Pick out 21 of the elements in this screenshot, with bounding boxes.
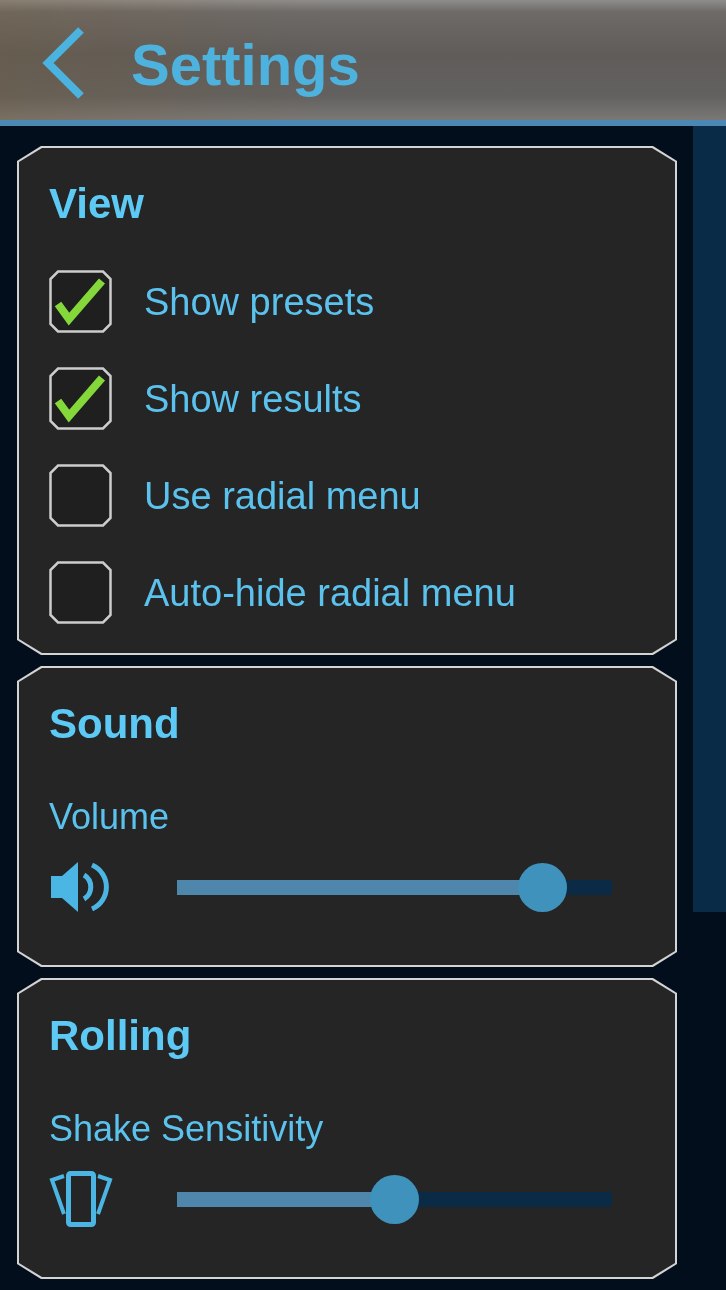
section-title: View bbox=[49, 180, 144, 228]
checkbox-label[interactable]: Show results bbox=[144, 376, 362, 421]
checkbox[interactable] bbox=[49, 464, 112, 527]
back-button[interactable] bbox=[41, 27, 85, 99]
section-title: Sound bbox=[49, 700, 180, 748]
speaker-icon bbox=[51, 860, 111, 914]
checkbox-label[interactable]: Use radial menu bbox=[144, 473, 421, 518]
slider-thumb[interactable] bbox=[370, 1174, 419, 1224]
phone-icon bbox=[49, 1170, 113, 1228]
scrollbar[interactable] bbox=[693, 126, 726, 912]
checkbox[interactable] bbox=[49, 270, 112, 333]
checkbox-label[interactable]: Show presets bbox=[144, 279, 375, 324]
slider-label: Shake Sensitivity bbox=[49, 1107, 324, 1151]
checkbox[interactable] bbox=[49, 367, 112, 430]
checkbox-label[interactable]: Auto-hide radial menu bbox=[144, 570, 516, 615]
chevron-left-icon bbox=[41, 27, 85, 99]
slider-label: Volume bbox=[49, 795, 170, 839]
checkmark-icon bbox=[54, 375, 105, 423]
checkbox[interactable] bbox=[49, 561, 112, 624]
section-title: Rolling bbox=[49, 1012, 192, 1060]
checkmark-icon bbox=[54, 278, 105, 326]
